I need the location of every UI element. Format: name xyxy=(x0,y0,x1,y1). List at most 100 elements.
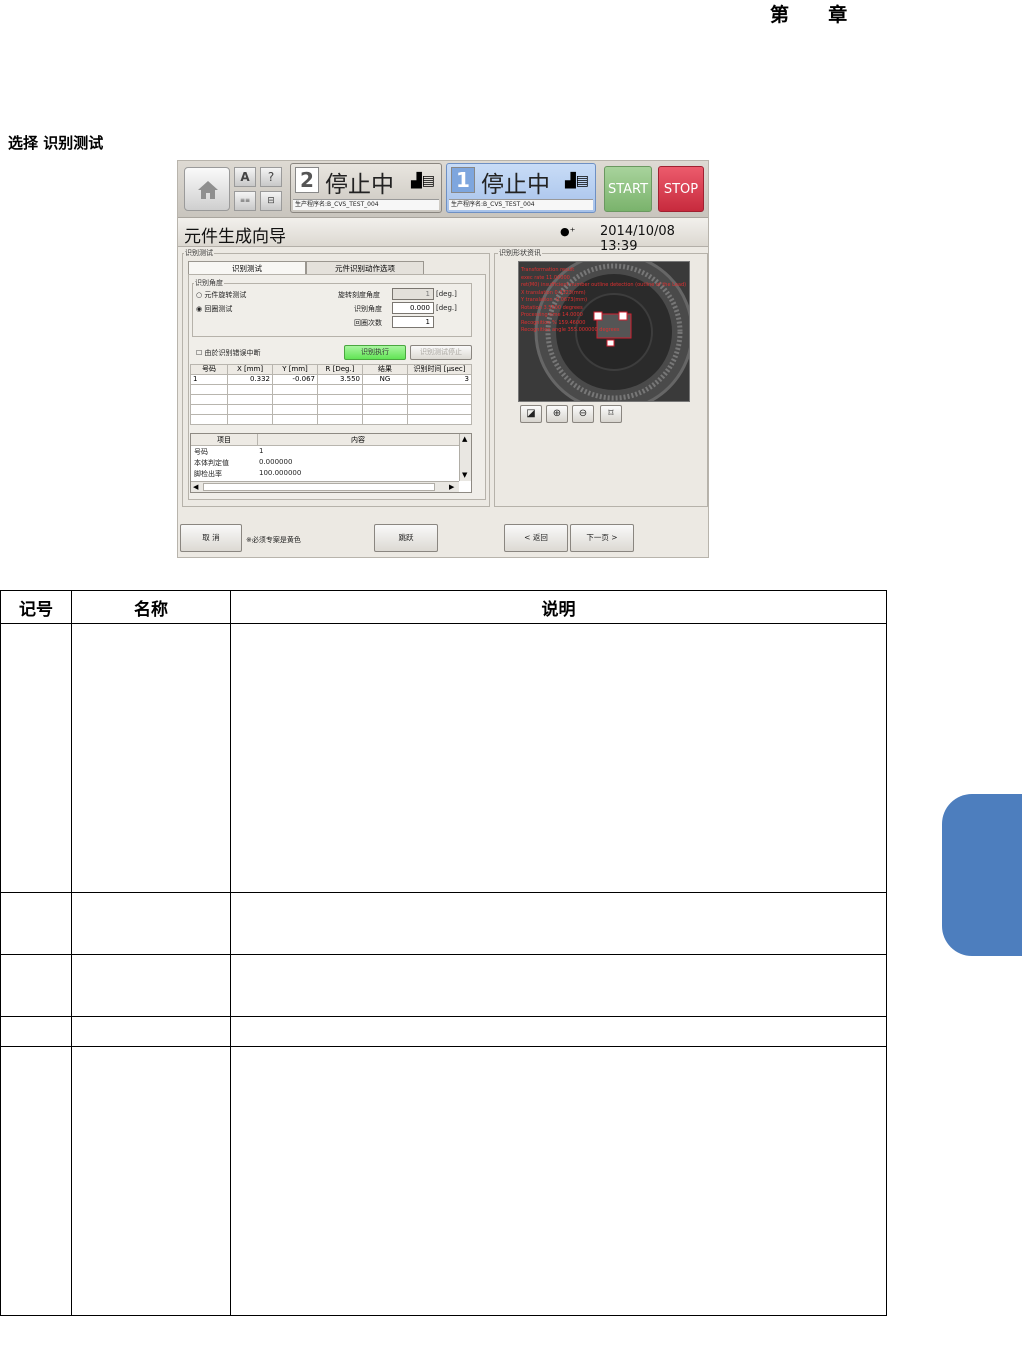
cell: 1 xyxy=(190,374,228,385)
line-2-program: 生产程序名:B_CVS_TEST_004 xyxy=(293,199,439,210)
chapter-suffix: 章 xyxy=(828,4,848,26)
camera-overlay-text: Transformation result exec rate 11.00000… xyxy=(521,267,686,335)
login-icon[interactable]: ≡≡ xyxy=(234,191,256,211)
cell: 3.550 xyxy=(317,374,363,385)
zoom-out-icon[interactable]: ⊖ xyxy=(572,405,594,423)
detail-value: 100.000000 xyxy=(259,469,302,477)
run-recognition-button[interactable]: 识别执行 xyxy=(344,345,406,360)
rotation-step-field[interactable]: 1 xyxy=(392,288,434,300)
table-row xyxy=(0,892,887,955)
cell: 3 xyxy=(407,374,472,385)
next-button[interactable]: 下一页 > xyxy=(570,524,634,552)
wizard-screenshot: A ? ≡≡ ⊟ 2 停止中 ▟▤ 生产程序名:B_CVS_TEST_004 1… xyxy=(177,160,709,558)
network-icon[interactable]: ⊟ xyxy=(260,191,282,211)
detail-key: 脚检出率 xyxy=(194,470,222,478)
cell: -0.067 xyxy=(272,374,318,385)
line-2-status[interactable]: 2 停止中 ▟▤ 生产程序名:B_CVS_TEST_004 xyxy=(290,163,442,213)
stop-test-button[interactable]: 识别测试停止 xyxy=(410,345,472,360)
col-r: R [Deg.] xyxy=(317,364,363,375)
table-row xyxy=(0,623,887,893)
section-title: 选择 识别测试 xyxy=(8,134,104,152)
skip-button[interactable]: 跳跃 xyxy=(374,524,438,552)
scroll-right-icon[interactable]: ▶ xyxy=(449,484,454,491)
fit-icon[interactable]: ◪ xyxy=(520,405,542,423)
stop-button[interactable]: STOP xyxy=(658,166,704,212)
home-icon xyxy=(198,181,218,199)
line-1-program: 生产程序名:B_CVS_TEST_004 xyxy=(449,199,593,210)
scroll-down-icon[interactable]: ▼ xyxy=(462,472,467,479)
stop-on-error-checkbox[interactable]: ☐ 由於识别错误中断 xyxy=(196,348,261,358)
vertical-scrollbar[interactable]: ▲ ▼ xyxy=(459,434,471,481)
table-row xyxy=(0,954,887,1017)
production-icon: ▟▤ xyxy=(411,173,435,189)
recog-angle-field[interactable]: 0.000 xyxy=(392,302,434,314)
radio-rotation-label: 元件旋转测试 xyxy=(204,291,247,299)
line-2-state: 停止中 xyxy=(325,172,394,198)
mode-a-button[interactable]: A xyxy=(234,167,256,187)
result-table: 号码 X [mm] Y [mm] R [Deg.] 结果 识别时间 [μsec]… xyxy=(190,364,472,425)
radio-loop[interactable]: ◉ 回圈测试 xyxy=(196,304,232,314)
recog-angle-label: 识别角度 xyxy=(354,305,382,313)
detail-col-content: 内容 xyxy=(351,436,365,444)
col-name: 名称 xyxy=(71,590,231,624)
detail-list: 项目 内容 号码 1 本体判定值 0.000000 脚检出率 100.00000… xyxy=(190,433,472,493)
col-result: 结果 xyxy=(362,364,408,375)
chapter-prefix: 第 xyxy=(770,4,790,26)
horizontal-scrollbar[interactable]: ◀ ▶ xyxy=(191,481,459,492)
shape-info-group-label: 识别形状资讯 xyxy=(498,248,542,258)
detail-key: 号码 xyxy=(194,448,208,456)
detail-col-item: 项目 xyxy=(217,436,231,444)
line-1-status[interactable]: 1 停止中 ▟▤ 生产程序名:B_CVS_TEST_004 xyxy=(446,163,596,213)
cell: NG xyxy=(362,374,408,385)
table-row xyxy=(0,1016,887,1047)
required-note: ※必须专案是黄色 xyxy=(246,536,301,544)
loop-count-field[interactable]: 1 xyxy=(392,316,434,328)
recog-angle-unit: [deg.] xyxy=(436,304,457,312)
tab-recognition-options[interactable]: 元件识别动作选项 xyxy=(306,261,424,275)
line-1-number: 1 xyxy=(451,167,475,193)
help-button[interactable]: ? xyxy=(260,167,282,187)
wizard-title: 元件生成向导 xyxy=(184,227,286,247)
table-row xyxy=(190,394,472,405)
overlay-line: X translation 0.3323(mm) xyxy=(521,289,586,296)
top-bar: A ? ≡≡ ⊟ 2 停止中 ▟▤ 生产程序名:B_CVS_TEST_004 1… xyxy=(178,161,708,218)
table-row[interactable]: 1 0.332 -0.067 3.550 NG 3 xyxy=(190,374,472,385)
scroll-up-icon[interactable]: ▲ xyxy=(462,436,467,443)
line-2-number: 2 xyxy=(295,167,319,193)
rotation-step-label: 旋转刻度角度 xyxy=(338,291,380,299)
radio-rotation[interactable]: ○ 元件旋转测试 xyxy=(196,290,246,300)
detail-value: 0.000000 xyxy=(259,458,293,466)
col-symbol: 记号 xyxy=(0,590,72,624)
back-button[interactable]: < 返回 xyxy=(504,524,568,552)
overlay-line: Y translation -0.0673(mm) xyxy=(521,297,588,303)
explanation-table: 记号 名称 说明 xyxy=(0,590,887,1316)
production-icon: ▟▤ xyxy=(565,173,589,189)
bottom-bar: 取 消 ※必须专案是黄色 跳跃 < 返回 下一页 > xyxy=(178,516,708,557)
start-button[interactable]: START xyxy=(604,166,652,212)
overlay-line: Processing time 14.0000 xyxy=(521,312,583,318)
stop-on-error-label: 由於识别错误中断 xyxy=(204,349,261,357)
scroll-thumb[interactable] xyxy=(203,483,435,491)
fullsize-icon[interactable]: ⌑ xyxy=(600,405,622,423)
overlay-line: Rotation 3.5500 degrees xyxy=(521,304,583,311)
loop-count-label: 回圈次数 xyxy=(354,319,382,327)
overlay-line: exec rate 11.00000 xyxy=(521,274,570,281)
zoom-in-icon[interactable]: ⊕ xyxy=(546,405,568,423)
datetime: 2014/10/08 13:39 xyxy=(600,224,675,254)
tab-recognition-test[interactable]: 识别测试 xyxy=(188,261,306,275)
col-number: 号码 xyxy=(190,364,228,375)
line-1-state: 停止中 xyxy=(481,172,550,198)
overlay-line: Recognition angle 355.000000 degrees xyxy=(521,327,620,333)
col-y: Y [mm] xyxy=(272,364,318,375)
table-row xyxy=(190,384,472,395)
home-button[interactable] xyxy=(184,167,230,211)
table-row xyxy=(190,404,472,415)
cell: 0.332 xyxy=(227,374,273,385)
overlay-line: ret(M0) insufficient number outline dete… xyxy=(521,282,687,288)
scroll-left-icon[interactable]: ◀ xyxy=(193,484,198,491)
rotation-step-unit: [deg.] xyxy=(436,290,457,298)
overlay-line: Recognition % 159.46000 xyxy=(521,319,586,326)
angle-group-label: 识别角度 xyxy=(194,278,224,288)
camera-view[interactable]: Transformation result exec rate 11.00000… xyxy=(518,261,690,402)
cancel-button[interactable]: 取 消 xyxy=(180,524,242,552)
